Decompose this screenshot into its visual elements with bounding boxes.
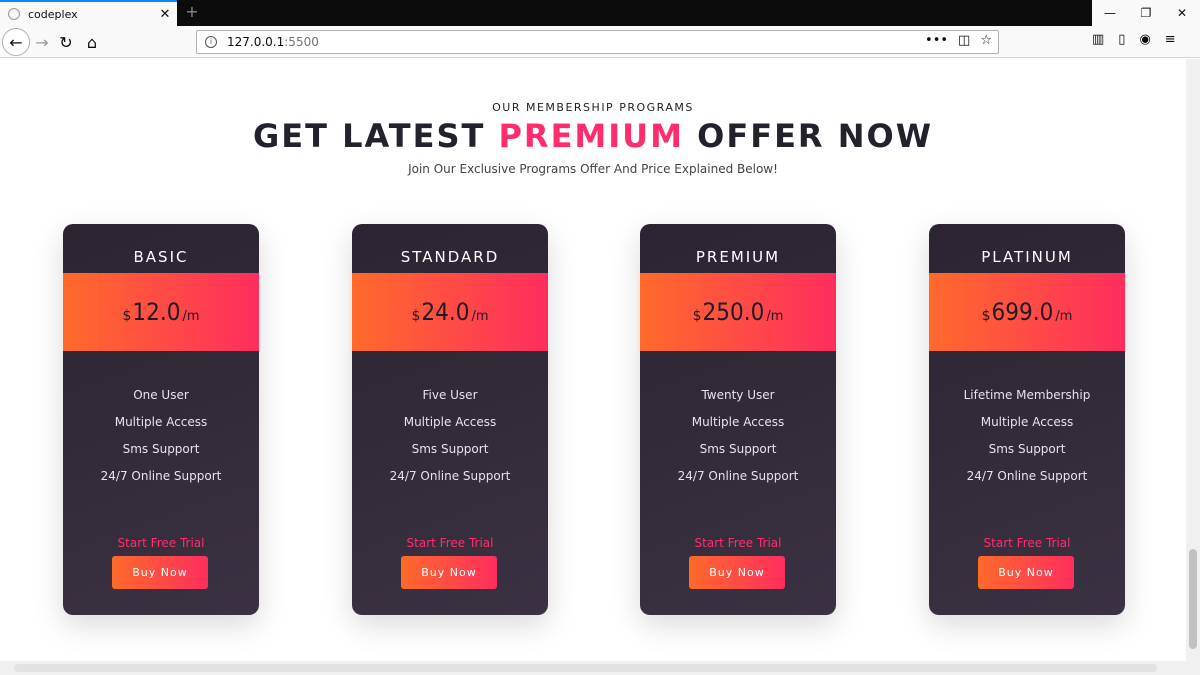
price-band: $ 250.0 /m bbox=[640, 273, 836, 351]
title-part-2: OFFER NOW bbox=[684, 117, 933, 155]
price-period: /m bbox=[766, 308, 784, 324]
url-actions: ••• ◫ ☆ bbox=[925, 33, 992, 48]
reload-button[interactable]: ↻ bbox=[52, 28, 80, 56]
page-content: OUR MEMBERSHIP PROGRAMS GET LATEST PREMI… bbox=[0, 59, 1186, 661]
price-period: /m bbox=[471, 308, 489, 324]
nav-bar: ← → ↻ ⌂ i 127.0.0.1:5500 ••• ◫ ☆ ▥ ▯ ◉ ≡ bbox=[0, 26, 1200, 58]
toolbar-right: ▥ ▯ ◉ ≡ bbox=[1092, 32, 1176, 47]
minimize-button[interactable]: — bbox=[1092, 0, 1128, 26]
feature-item: Lifetime Membership bbox=[963, 388, 1091, 402]
buy-now-button[interactable]: Buy Now bbox=[689, 556, 785, 589]
feature-list: Lifetime Membership Multiple Access Sms … bbox=[929, 388, 1125, 496]
url-host: 127.0.0.1 bbox=[227, 35, 285, 49]
window-controls: — ❐ ✕ bbox=[1092, 0, 1200, 26]
url-port: :5500 bbox=[284, 35, 319, 49]
currency-symbol: $ bbox=[122, 308, 132, 324]
price-amount: 12.0 bbox=[132, 298, 181, 326]
price-band: $ 12.0 /m bbox=[63, 273, 259, 351]
favicon-icon bbox=[8, 8, 20, 20]
section-eyebrow: OUR MEMBERSHIP PROGRAMS bbox=[492, 101, 694, 114]
feature-item: Sms Support bbox=[411, 442, 489, 456]
feature-item: Multiple Access bbox=[691, 415, 785, 429]
feature-list: Five User Multiple Access Sms Support 24… bbox=[352, 388, 548, 496]
plan-name: BASIC bbox=[133, 248, 189, 266]
plan-name: STANDARD bbox=[400, 248, 500, 266]
price-amount: 250.0 bbox=[702, 298, 765, 326]
feature-item: Sms Support bbox=[122, 442, 200, 456]
arrow-right-icon: → bbox=[35, 32, 49, 52]
tab-bar: codeplex ✕ + — ❐ ✕ bbox=[0, 0, 1200, 26]
page-title: GET LATEST PREMIUM OFFER NOW bbox=[0, 117, 1186, 155]
feature-item: Five User bbox=[422, 388, 478, 402]
feature-item: 24/7 Online Support bbox=[100, 469, 222, 483]
title-accent: PREMIUM bbox=[498, 117, 684, 155]
plan-card-premium: PREMIUM $ 250.0 /m Twenty User Multiple … bbox=[640, 224, 836, 615]
more-actions-icon[interactable]: ••• bbox=[925, 33, 948, 48]
plan-name: PREMIUM bbox=[695, 248, 781, 266]
sidebar-icon[interactable]: ▯ bbox=[1118, 32, 1125, 47]
feature-item: Sms Support bbox=[988, 442, 1066, 456]
start-free-trial-link[interactable]: Start Free Trial bbox=[640, 536, 836, 550]
buy-now-button[interactable]: Buy Now bbox=[112, 556, 208, 589]
reload-icon: ↻ bbox=[59, 32, 73, 52]
price-band: $ 699.0 /m bbox=[929, 273, 1125, 351]
account-icon[interactable]: ◉ bbox=[1139, 32, 1150, 47]
restore-button[interactable]: ❐ bbox=[1128, 0, 1164, 26]
close-window-button[interactable]: ✕ bbox=[1164, 0, 1200, 26]
title-part-1: GET LATEST bbox=[253, 117, 499, 155]
pocket-icon[interactable]: ◫ bbox=[958, 33, 970, 48]
horizontal-scrollbar[interactable] bbox=[0, 661, 1200, 675]
page-subtitle: Join Our Exclusive Programs Offer And Pr… bbox=[408, 162, 778, 176]
scroll-thumb[interactable] bbox=[14, 664, 1157, 672]
vertical-scrollbar[interactable] bbox=[1186, 59, 1200, 661]
feature-list: One User Multiple Access Sms Support 24/… bbox=[63, 388, 259, 496]
price-amount: 24.0 bbox=[421, 298, 470, 326]
currency-symbol: $ bbox=[692, 308, 702, 324]
arrow-left-icon: ← bbox=[9, 32, 23, 52]
feature-item: Multiple Access bbox=[114, 415, 208, 429]
start-free-trial-link[interactable]: Start Free Trial bbox=[929, 536, 1125, 550]
scroll-thumb[interactable] bbox=[1189, 549, 1197, 649]
menu-icon[interactable]: ≡ bbox=[1165, 32, 1176, 47]
home-icon: ⌂ bbox=[86, 32, 98, 52]
feature-item: Multiple Access bbox=[980, 415, 1074, 429]
price-amount: 699.0 bbox=[991, 298, 1054, 326]
plan-card-platinum: PLATINUM $ 699.0 /m Lifetime Membership … bbox=[929, 224, 1125, 615]
feature-item: 24/7 Online Support bbox=[677, 469, 799, 483]
buy-now-button[interactable]: Buy Now bbox=[401, 556, 497, 589]
home-button[interactable]: ⌂ bbox=[78, 28, 106, 56]
feature-item: 24/7 Online Support bbox=[966, 469, 1088, 483]
library-icon[interactable]: ▥ bbox=[1092, 32, 1104, 47]
feature-list: Twenty User Multiple Access Sms Support … bbox=[640, 388, 836, 496]
currency-symbol: $ bbox=[411, 308, 421, 324]
tab-title: codeplex bbox=[28, 7, 78, 21]
url-bar[interactable]: i 127.0.0.1:5500 ••• ◫ ☆ bbox=[196, 30, 999, 54]
plan-card-standard: STANDARD $ 24.0 /m Five User Multiple Ac… bbox=[352, 224, 548, 615]
feature-item: One User bbox=[133, 388, 189, 402]
back-button[interactable]: ← bbox=[2, 28, 30, 56]
bookmark-star-icon[interactable]: ☆ bbox=[980, 33, 992, 48]
feature-item: Sms Support bbox=[699, 442, 777, 456]
start-free-trial-link[interactable]: Start Free Trial bbox=[63, 536, 259, 550]
start-free-trial-link[interactable]: Start Free Trial bbox=[352, 536, 548, 550]
price-period: /m bbox=[1055, 308, 1073, 324]
tab-close-icon[interactable]: ✕ bbox=[153, 7, 177, 22]
buy-now-button[interactable]: Buy Now bbox=[978, 556, 1074, 589]
feature-item: 24/7 Online Support bbox=[389, 469, 511, 483]
new-tab-button[interactable]: + bbox=[182, 3, 202, 23]
browser-tab[interactable]: codeplex ✕ bbox=[0, 0, 177, 26]
info-icon[interactable]: i bbox=[205, 36, 217, 48]
price-band: $ 24.0 /m bbox=[352, 273, 548, 351]
feature-item: Multiple Access bbox=[403, 415, 497, 429]
currency-symbol: $ bbox=[981, 308, 991, 324]
plan-card-basic: BASIC $ 12.0 /m One User Multiple Access… bbox=[63, 224, 259, 615]
price-period: /m bbox=[182, 308, 200, 324]
feature-item: Twenty User bbox=[701, 388, 775, 402]
plan-name: PLATINUM bbox=[981, 248, 1073, 266]
